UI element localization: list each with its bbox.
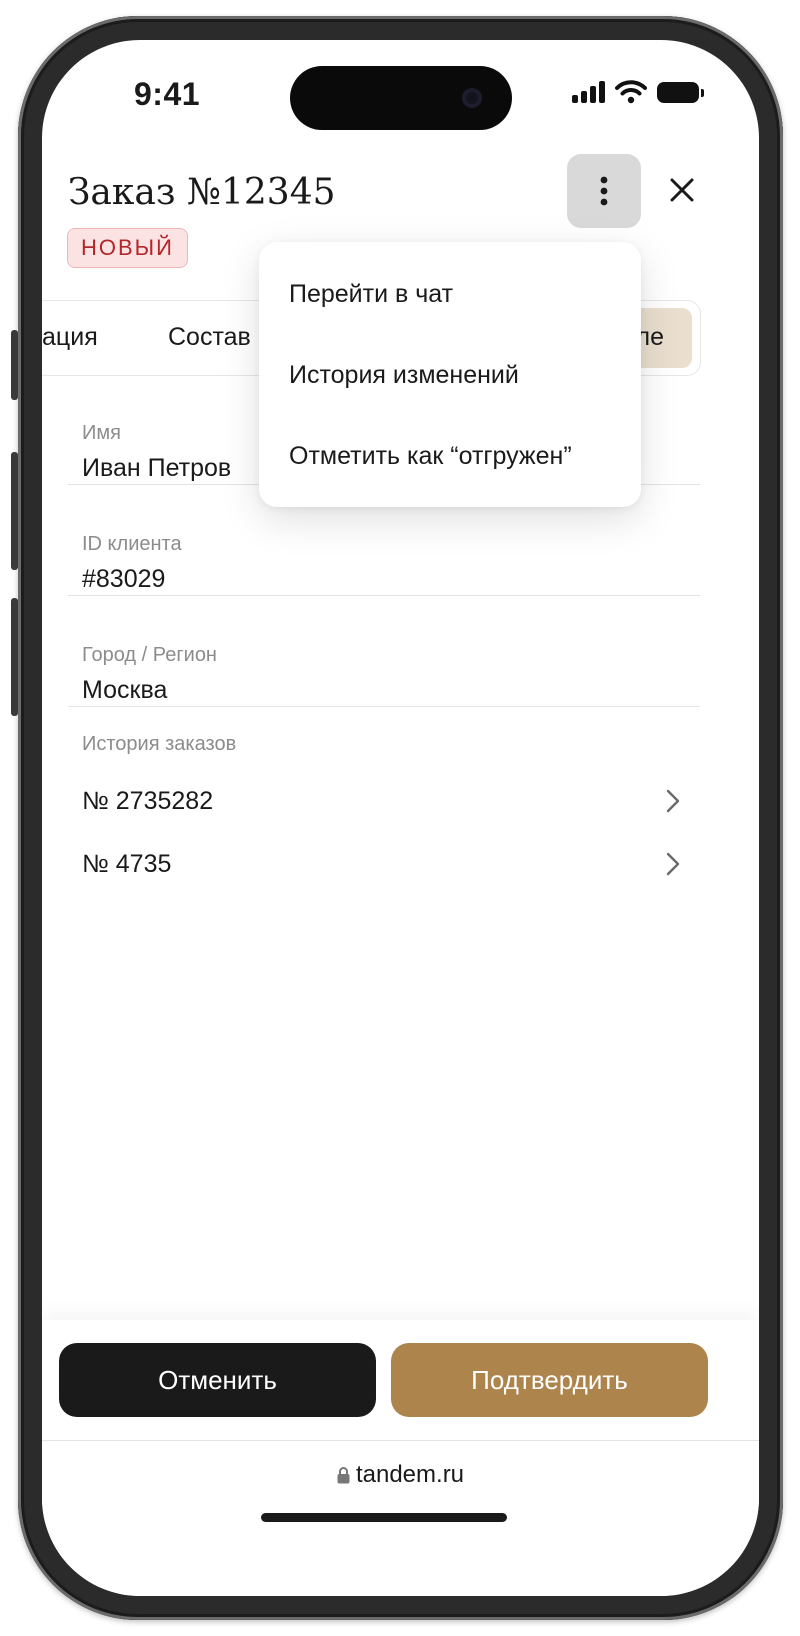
lock-icon xyxy=(337,1467,350,1484)
tab-information[interactable]: ация xyxy=(42,323,98,352)
battery-icon xyxy=(657,81,704,103)
action-bar: Отменить Подтвердить xyxy=(42,1320,759,1440)
phone-side-button xyxy=(11,598,18,716)
field-label: Имя xyxy=(82,422,121,444)
chevron-right-icon xyxy=(666,852,680,876)
url-text: tandem.ru xyxy=(355,1461,465,1488)
field-value: Москва xyxy=(82,676,168,704)
field-city: Город / Регион Москва xyxy=(68,596,700,707)
tab-composition[interactable]: Состав xyxy=(168,323,251,352)
url-display: tandem.ru xyxy=(42,1461,759,1489)
cellular-signal-icon xyxy=(572,81,605,103)
phone-side-button xyxy=(11,330,18,400)
close-icon xyxy=(670,178,694,202)
status-time: 9:41 xyxy=(134,76,201,112)
chevron-right-icon xyxy=(666,789,680,813)
field-value: Иван Петров xyxy=(82,454,232,482)
confirm-button[interactable]: Подтвердить xyxy=(391,1343,708,1417)
options-menu: Перейти в чат История изменений Отметить… xyxy=(259,242,641,507)
order-number: № 2735282 xyxy=(82,787,214,815)
field-value: #83029 xyxy=(82,565,166,593)
menu-item-mark-shipped[interactable]: Отметить как “отгружен” xyxy=(289,442,572,471)
cancel-button[interactable]: Отменить xyxy=(59,1343,376,1417)
order-number: № 4735 xyxy=(82,850,172,878)
menu-item-change-history[interactable]: История изменений xyxy=(289,361,519,390)
status-icons xyxy=(572,80,704,104)
status-bar: 9:41 xyxy=(42,40,759,130)
menu-item-open-chat[interactable]: Перейти в чат xyxy=(289,280,453,309)
dynamic-island xyxy=(290,66,512,130)
status-badge: НОВЫЙ xyxy=(67,228,188,268)
field-label: Город / Регион xyxy=(82,644,217,666)
home-indicator[interactable] xyxy=(261,1513,507,1522)
more-options-button[interactable] xyxy=(567,154,641,228)
order-history-label: История заказов xyxy=(82,733,237,755)
field-label: ID клиента xyxy=(82,533,182,555)
page-title: Заказ №12345 xyxy=(68,172,336,213)
phone-side-button xyxy=(11,452,18,570)
more-vertical-icon xyxy=(600,176,608,206)
close-button[interactable] xyxy=(660,168,704,212)
wifi-icon xyxy=(615,80,647,104)
order-history-item[interactable]: № 2735282 xyxy=(68,773,700,829)
phone-screen: 9:41 Заказ №12345 НОВЫЙ ация Состав ле И… xyxy=(42,40,759,1596)
order-history-item[interactable]: № 4735 xyxy=(68,836,700,892)
camera-icon xyxy=(462,88,482,108)
browser-address-bar[interactable]: tandem.ru xyxy=(42,1440,759,1596)
